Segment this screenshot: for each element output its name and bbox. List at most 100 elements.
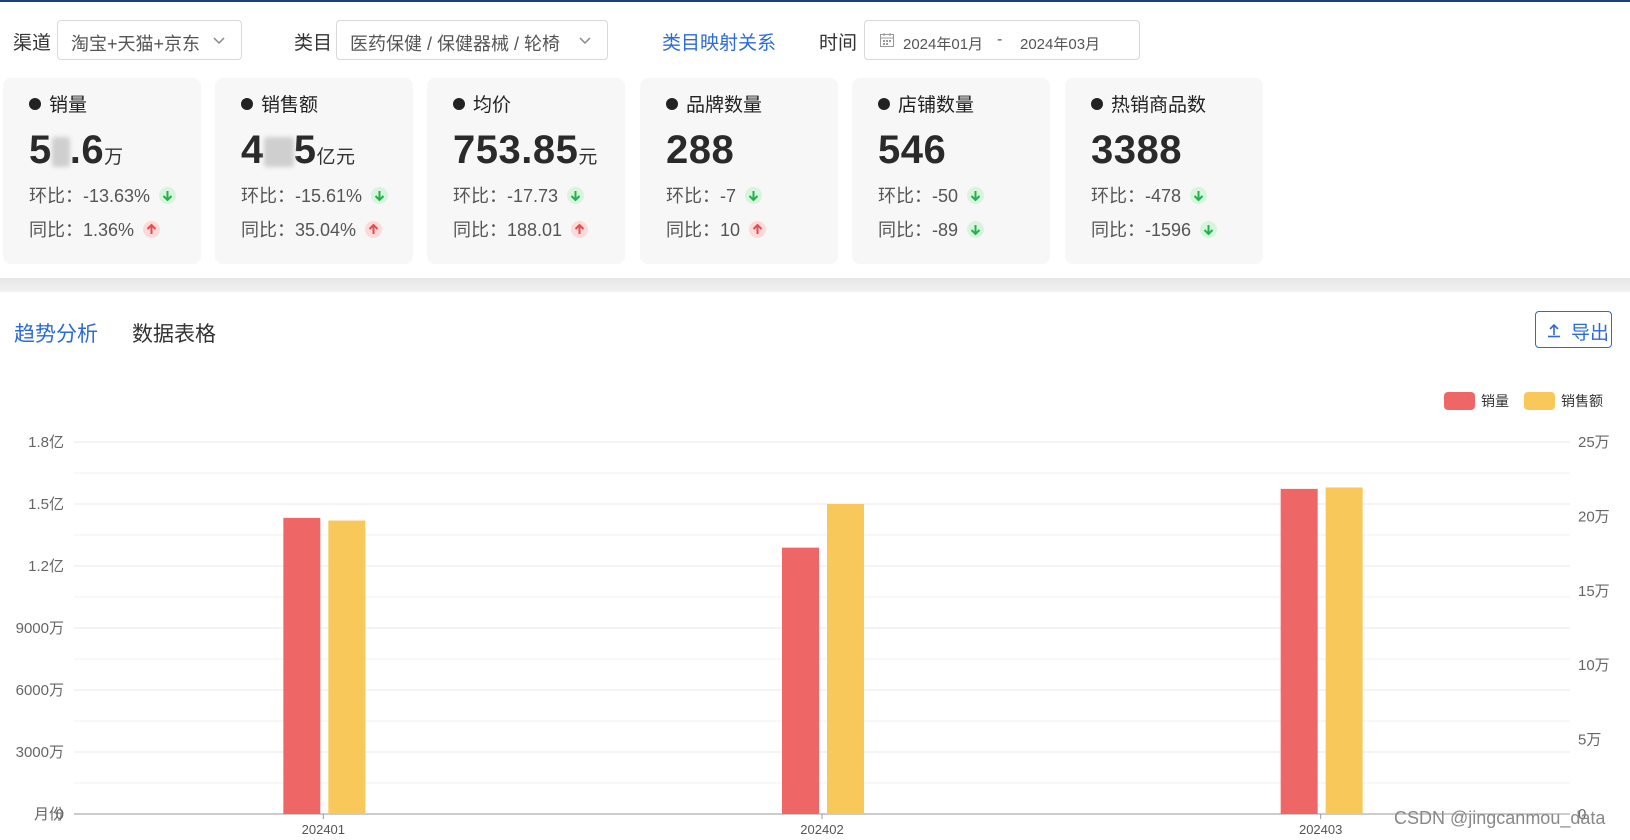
kpi-card-hot-products: 热销商品数 3388 环比：-478 同比：-1596 — [1065, 78, 1263, 264]
arrow-up-icon — [749, 221, 767, 238]
kpi-mom: 环比：-13.63% — [29, 182, 177, 208]
kpi-cards: 销量 5.6万 环比：-13.63% 同比：1.36% 销售额 4 5亿元 环比：… — [0, 78, 1630, 264]
bullet-dot-icon — [29, 98, 41, 110]
tab-trend-analysis[interactable]: 趋势分析 — [14, 318, 98, 348]
masked-digit — [263, 137, 294, 168]
legend-label: 销售额 — [1561, 393, 1603, 409]
right-axis-tick-label: 25万 — [1578, 434, 1610, 451]
date-end[interactable]: 2024年03月 — [1020, 33, 1100, 54]
kpi-card-brand-count: 品牌数量 288 环比：-7 同比：10 — [640, 78, 838, 264]
kpi-value: 5.6万 — [29, 128, 124, 172]
arrow-down-icon — [567, 187, 585, 204]
watermark: CSDN @jingcanmou_data — [1394, 808, 1606, 828]
masked-digit — [51, 137, 70, 168]
bullet-dot-icon — [453, 98, 465, 110]
category-select[interactable]: 医药保健 / 保健器械 / 轮椅 — [336, 20, 608, 60]
kpi-mom: 环比：-50 — [878, 182, 985, 208]
arrow-down-icon — [159, 187, 177, 204]
kpi-yoy: 同比：10 — [666, 216, 767, 242]
right-axis-tick-label: 10万 — [1578, 657, 1610, 674]
left-axis-tick-label: 1.5亿 — [28, 496, 64, 513]
arrow-down-icon — [967, 187, 985, 204]
tab-data-table[interactable]: 数据表格 — [132, 318, 216, 348]
channel-select-value: 淘宝+天猫+京东 — [71, 34, 201, 54]
kpi-title: 均价 — [453, 90, 511, 117]
chevron-down-icon — [213, 37, 225, 45]
bar-sales-amount — [827, 504, 864, 814]
kpi-mom: 环比：-17.73 — [453, 182, 585, 208]
channel-label: 渠道 — [13, 33, 52, 54]
trend-bar-chart: 03000万6000万9000万1.2亿1.5亿1.8亿月份 05万10万15万2… — [16, 392, 1610, 837]
kpi-value: 3388 — [1091, 128, 1182, 172]
x-axis-tick-label: 202402 — [800, 822, 843, 837]
top-accent-line — [0, 0, 1630, 2]
kpi-yoy: 同比：35.04% — [241, 216, 383, 242]
left-axis-tick-label: 6000万 — [16, 682, 64, 699]
section-divider — [0, 278, 1630, 292]
arrow-up-icon — [365, 221, 383, 238]
category-label: 类目 — [294, 33, 333, 54]
legend-label: 销量 — [1481, 393, 1509, 409]
kpi-mom: 环比：-7 — [666, 182, 763, 208]
bar-sales-amount — [328, 520, 366, 814]
legend-swatch — [1524, 392, 1555, 410]
x-axis-tick-label: 202403 — [1299, 822, 1342, 837]
left-axis-tick-label: 3000万 — [16, 744, 64, 761]
bar-sales-volume — [283, 517, 321, 814]
kpi-title: 热销商品数 — [1091, 90, 1206, 117]
right-axis-tick-label: 5万 — [1578, 732, 1601, 749]
date-separator: - — [997, 31, 1003, 48]
kpi-yoy: 同比：1.36% — [29, 216, 161, 242]
bullet-dot-icon — [1091, 98, 1103, 110]
kpi-card-avg-price: 均价 753.85元 环比：-17.73 同比：188.01 — [427, 78, 625, 264]
x-axis-title: 月份 — [34, 806, 64, 823]
left-axis-tick-label: 1.2亿 — [28, 558, 64, 575]
date-start[interactable]: 2024年01月 — [903, 33, 983, 54]
kpi-title: 销量 — [29, 90, 87, 117]
kpi-yoy: 同比：-89 — [878, 216, 985, 242]
channel-select[interactable]: 淘宝+天猫+京东 — [57, 20, 242, 60]
export-label: 导出 — [1571, 323, 1610, 344]
arrow-down-icon — [967, 221, 985, 238]
arrow-down-icon — [1190, 187, 1208, 204]
bar-sales-amount — [1325, 487, 1363, 814]
bullet-dot-icon — [878, 98, 890, 110]
kpi-mom: 环比：-15.61% — [241, 182, 389, 208]
chevron-down-icon — [579, 37, 591, 45]
right-axis-tick-label: 20万 — [1578, 508, 1610, 525]
filter-bar: 渠道 淘宝+天猫+京东 类目 医药保健 / 保健器械 / 轮椅 类目映射关系 时… — [0, 18, 1630, 60]
kpi-yoy: 同比：188.01 — [453, 216, 589, 242]
time-label: 时间 — [819, 33, 858, 54]
right-axis-tick-label: 15万 — [1578, 583, 1610, 600]
kpi-card-sales-volume: 销量 5.6万 环比：-13.63% 同比：1.36% — [3, 78, 201, 264]
kpi-value: 546 — [878, 128, 947, 172]
left-axis-tick-label: 9000万 — [16, 620, 64, 637]
kpi-value: 288 — [666, 128, 735, 172]
legend-swatch — [1444, 392, 1475, 410]
category-mapping-link[interactable]: 类目映射关系 — [662, 28, 776, 55]
category-select-value: 医药保健 / 保健器械 / 轮椅 — [350, 34, 561, 54]
bullet-dot-icon — [241, 98, 253, 110]
date-range-picker[interactable]: 2024年01月 - 2024年03月 — [864, 20, 1140, 60]
kpi-value: 4 5亿元 — [241, 128, 356, 172]
arrow-down-icon — [745, 187, 763, 204]
arrow-up-icon — [571, 221, 589, 238]
bar-sales-volume — [782, 547, 819, 814]
kpi-title: 销售额 — [241, 90, 318, 117]
kpi-yoy: 同比：-1596 — [1091, 216, 1218, 242]
export-button[interactable]: 导出 — [1535, 311, 1612, 348]
arrow-down-icon — [371, 187, 389, 204]
bar-sales-volume — [1280, 488, 1318, 814]
kpi-card-sales-amount: 销售额 4 5亿元 环比：-15.61% 同比：35.04% — [215, 78, 413, 264]
upload-icon — [1548, 323, 1560, 338]
left-axis-tick-label: 1.8亿 — [28, 434, 64, 451]
kpi-mom: 环比：-478 — [1091, 182, 1208, 208]
kpi-title: 品牌数量 — [666, 90, 762, 117]
calendar-icon — [880, 33, 894, 47]
x-axis-tick-label: 202401 — [302, 822, 345, 837]
kpi-card-store-count: 店铺数量 546 环比：-50 同比：-89 — [852, 78, 1050, 264]
kpi-value: 753.85元 — [453, 128, 598, 172]
arrow-up-icon — [143, 221, 161, 238]
kpi-title: 店铺数量 — [878, 90, 974, 117]
arrow-down-icon — [1200, 221, 1218, 238]
